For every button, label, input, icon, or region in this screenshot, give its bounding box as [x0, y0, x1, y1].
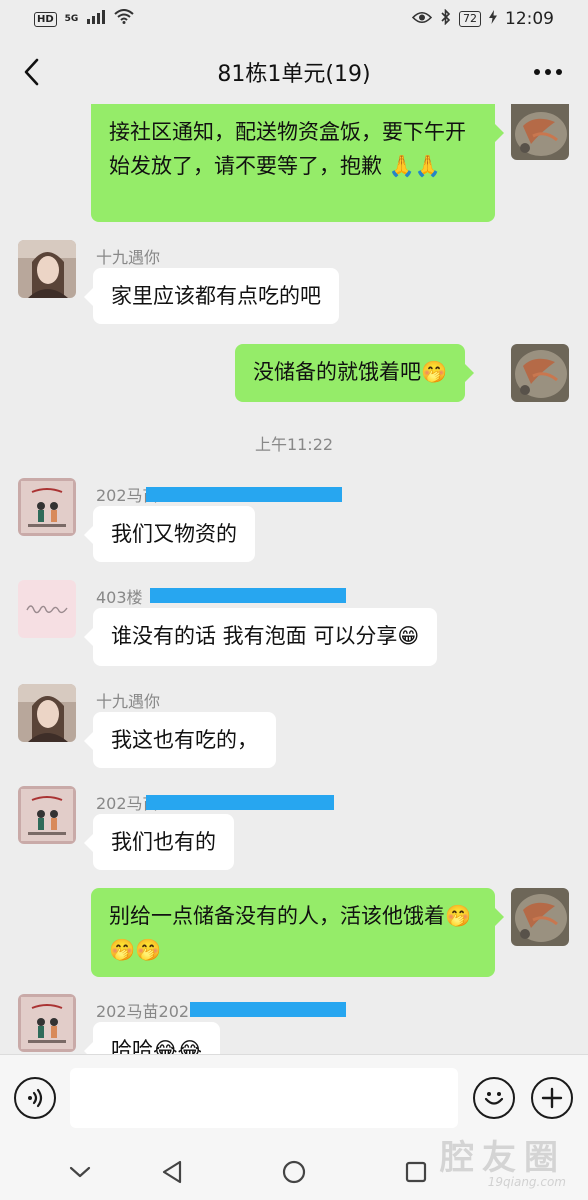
- voice-icon: [28, 1088, 43, 1108]
- battery-indicator: 72: [459, 11, 481, 27]
- grin-emoji: 😁: [397, 624, 420, 648]
- nav-home-button[interactable]: [278, 1156, 310, 1188]
- message-bubble-outgoing[interactable]: 别给一点储备没有的人，活该他饿着🤭🤭🤭: [91, 888, 504, 977]
- signal-icon: [86, 9, 106, 29]
- nav-recent-button[interactable]: [400, 1156, 432, 1188]
- more-dots-icon: [534, 69, 562, 75]
- redaction-mark: [146, 795, 334, 810]
- avatar-self[interactable]: [511, 344, 569, 402]
- message-text: 家里应该都有点吃的吧: [111, 284, 321, 308]
- avatar-202-miao[interactable]: [18, 994, 76, 1052]
- avatar-202-miao[interactable]: [18, 786, 76, 844]
- message-bubble-outgoing[interactable]: 没储备的就饿着吧🤭: [235, 344, 475, 402]
- eye-icon: [411, 9, 433, 29]
- message-bubble-outgoing[interactable]: 接社区通知，配送物资盒饭，要下午开始发放了，请不要等了，抱歉 🙏🙏: [91, 104, 504, 222]
- avatar-403[interactable]: [18, 580, 76, 638]
- nav-back-button[interactable]: [156, 1156, 188, 1188]
- message-text: 我们也有的: [111, 830, 216, 854]
- more-button[interactable]: [528, 54, 568, 90]
- sender-name: 十九遇你: [96, 248, 161, 267]
- add-button[interactable]: [531, 1077, 573, 1119]
- message-bubble-incoming[interactable]: 谁没有的话 我有泡面 可以分享😁: [83, 608, 438, 666]
- chevron-left-icon: [24, 58, 39, 86]
- bluetooth-icon: [440, 8, 451, 30]
- thinking-emoji: 🤭: [421, 360, 448, 384]
- message-text: 我这也有吃的，: [111, 728, 258, 752]
- laughing-crying-emoji: 😂😂: [153, 1038, 203, 1054]
- plus-icon: [541, 1087, 563, 1109]
- clock-time: 12:09: [505, 9, 554, 29]
- sender-name: 403楼: [96, 588, 143, 607]
- message-input[interactable]: [70, 1068, 458, 1128]
- triangle-back-icon: [162, 1160, 182, 1184]
- avatar-self[interactable]: [511, 104, 569, 160]
- sender-name: 十九遇你: [96, 692, 161, 711]
- back-button[interactable]: [14, 52, 50, 92]
- redaction-mark: [150, 588, 346, 603]
- circle-home-icon: [282, 1160, 306, 1184]
- avatar-shijiuyuni[interactable]: [18, 240, 76, 298]
- watermark: 腔友圈 19qiang.com: [440, 1130, 566, 1189]
- avatar-shijiuyuni[interactable]: [18, 684, 76, 742]
- message-text: 我们又物资的: [111, 522, 237, 546]
- message-text: 谁没有的话 我有泡面 可以分享: [111, 624, 398, 648]
- chat-header: 81栋1单元(19): [0, 40, 588, 104]
- message-list[interactable]: 接社区通知，配送物资盒饭，要下午开始发放了，请不要等了，抱歉 🙏🙏 十九遇你 家…: [0, 104, 588, 1054]
- voice-button[interactable]: [14, 1077, 56, 1119]
- charging-icon: [489, 9, 497, 29]
- avatar-self[interactable]: [511, 888, 569, 946]
- square-recent-icon: [405, 1161, 427, 1183]
- message-bubble-incoming[interactable]: 哈哈😂😂: [83, 1022, 221, 1054]
- message-bubble-incoming[interactable]: 家里应该都有点吃的吧: [84, 268, 339, 324]
- network-type: 5G: [64, 13, 79, 24]
- status-bar: HD 5G 72 12:09: [0, 0, 588, 38]
- message-bubble-incoming[interactable]: 我们又物资的: [84, 506, 255, 562]
- emoji-icon: [484, 1092, 504, 1105]
- emoji-button[interactable]: [473, 1077, 515, 1119]
- hd-badge: HD: [34, 11, 57, 27]
- pray-emoji: 🙏🙏: [388, 154, 441, 178]
- nav-down-button[interactable]: [64, 1156, 96, 1188]
- redaction-mark: [190, 1002, 346, 1017]
- message-bubble-incoming[interactable]: 我这也有吃的，: [84, 712, 276, 768]
- message-timestamp: 上午11:22: [254, 435, 334, 454]
- watermark-url: 19qiang.com: [487, 1175, 566, 1189]
- chat-title: 81栋1单元(19): [217, 62, 371, 87]
- avatar-202-miao[interactable]: [18, 478, 76, 536]
- chevron-down-icon: [69, 1166, 91, 1178]
- message-text: 别给一点储备没有的人，活该他饿着: [109, 904, 445, 928]
- message-bubble-incoming[interactable]: 我们也有的: [84, 814, 234, 870]
- sender-name: 202马苗202: [96, 1002, 190, 1021]
- message-text: 哈哈: [111, 1038, 153, 1054]
- message-text: 没储备的就饿着吧: [253, 360, 421, 384]
- redaction-mark: [146, 487, 342, 502]
- wifi-icon: [114, 9, 134, 29]
- watermark-text: 腔友圈: [440, 1138, 566, 1178]
